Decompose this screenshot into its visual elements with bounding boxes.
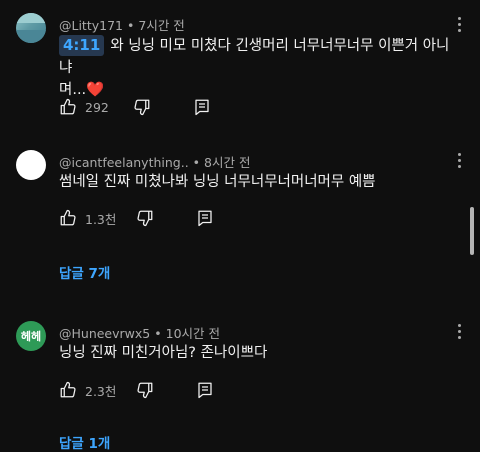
comment-actions: 292 xyxy=(59,96,211,118)
comment-meta: @Huneevrwx5 • 10시간 전 xyxy=(59,323,220,342)
view-replies-button[interactable]: 답글 7개 xyxy=(59,262,110,282)
thumbs-up-icon xyxy=(60,98,76,115)
author-name[interactable]: @Huneevrwx5 xyxy=(59,326,150,341)
scrollbar[interactable] xyxy=(470,207,474,255)
like-count: 2.3천 xyxy=(85,383,117,399)
comment-text: 썸네일 진짜 미쳤나봐 닝닝 너무너무너머너머무 예쁨 xyxy=(59,171,456,193)
like-count: 1.3천 xyxy=(85,211,117,227)
author-name[interactable]: @Litty171 xyxy=(59,18,123,33)
reply-icon xyxy=(198,210,213,227)
thumbs-down-icon xyxy=(134,99,150,116)
dislike-button[interactable] xyxy=(136,381,154,399)
reply-icon xyxy=(195,99,209,116)
more-vert-icon[interactable] xyxy=(456,321,462,343)
comment-text-line: 썸네일 진짜 미쳤나봐 닝닝 너무너무너머너머무 예쁨 xyxy=(59,174,376,190)
author-name[interactable]: @icantfeelanything.. xyxy=(59,155,189,170)
thumbs-up-icon xyxy=(60,209,76,226)
avatar[interactable] xyxy=(16,150,46,180)
reply-button[interactable] xyxy=(193,98,211,116)
comment-actions: 1.3천 xyxy=(59,207,214,229)
comment-text-line: 닝닝 진짜 미친거아님? 존나이쁘다 xyxy=(59,345,268,361)
comment-text-line1: 와 닝닝 미모 미쳤다 긴생머리 너무너무너무 이쁜거 아니냐 xyxy=(59,38,450,76)
thumbs-up-icon xyxy=(60,381,76,398)
avatar[interactable] xyxy=(16,13,46,43)
reply-icon xyxy=(198,382,213,399)
comment-text: 4:11 와 닝닝 미모 미쳤다 긴생머리 너무너무너무 이쁜거 아니냐 며...… xyxy=(59,35,456,101)
comment-time: 8시간 전 xyxy=(204,155,251,170)
reply-button[interactable] xyxy=(196,209,214,227)
thumbs-down-icon xyxy=(137,210,153,227)
more-vert-icon[interactable] xyxy=(456,14,462,36)
like-button[interactable]: 1.3천 xyxy=(59,209,116,228)
separator-dot: • xyxy=(127,18,135,33)
separator-dot: • xyxy=(154,326,162,341)
comment-actions: 2.3천 xyxy=(59,379,214,401)
comment-meta: @icantfeelanything.. • 8시간 전 xyxy=(59,152,250,171)
like-button[interactable]: 292 xyxy=(59,98,109,116)
comment-text: 닝닝 진짜 미친거아님? 존나이쁘다 xyxy=(59,342,456,364)
thumbs-down-icon xyxy=(137,382,153,399)
like-button[interactable]: 2.3천 xyxy=(59,381,116,400)
view-replies-button[interactable]: 답글 1개 xyxy=(59,432,110,452)
avatar-initials: 헤헤 xyxy=(20,330,42,343)
comment-time: 10시간 전 xyxy=(165,326,221,341)
separator-dot: • xyxy=(192,155,201,170)
like-count: 292 xyxy=(85,99,109,115)
comment-time: 7시간 전 xyxy=(138,18,185,33)
comment-meta: @Litty171 • 7시간 전 xyxy=(59,15,185,34)
avatar[interactable]: 헤헤 xyxy=(16,321,46,351)
timestamp-link[interactable]: 4:11 xyxy=(59,35,105,56)
dislike-button[interactable] xyxy=(136,209,154,227)
more-vert-icon[interactable] xyxy=(456,150,462,172)
avatar-photo-icon xyxy=(16,13,46,43)
reply-button[interactable] xyxy=(196,381,214,399)
dislike-button[interactable] xyxy=(133,98,151,116)
